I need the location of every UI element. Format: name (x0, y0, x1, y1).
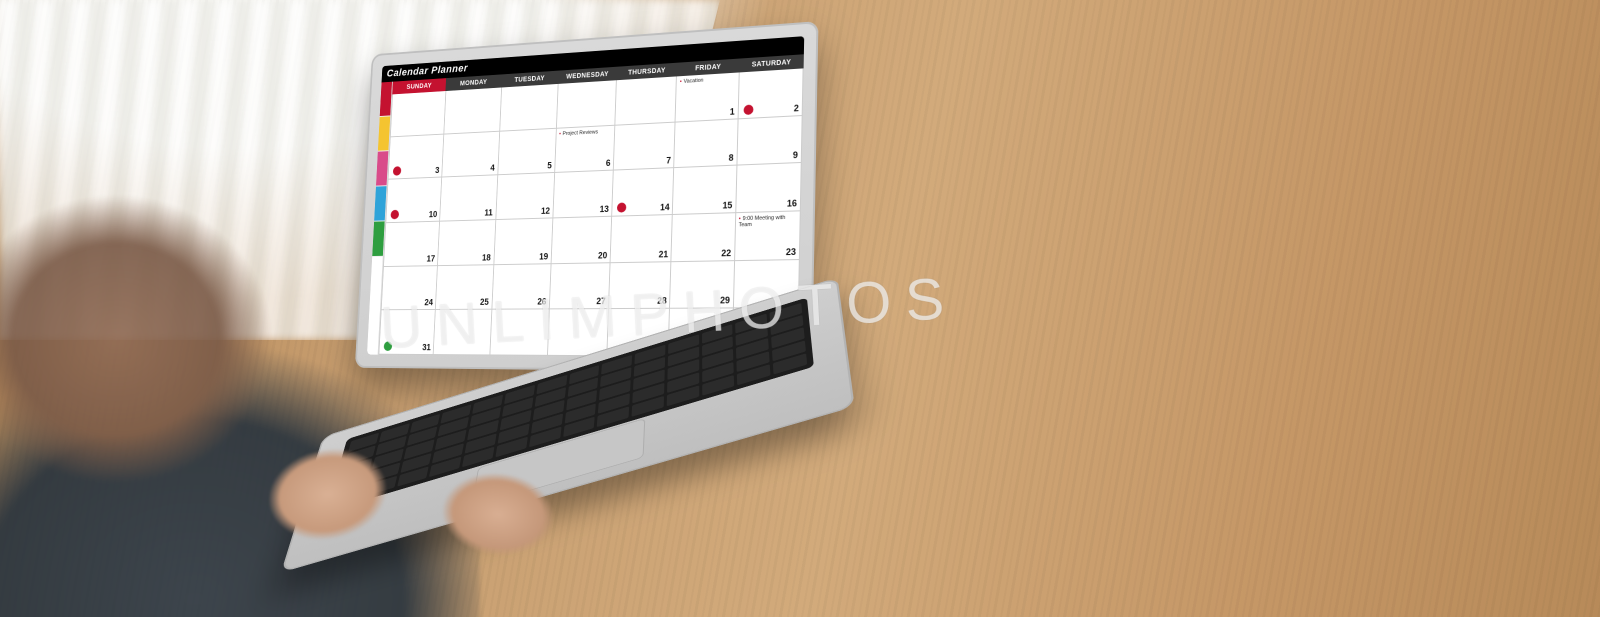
day-number: 26 (537, 297, 546, 307)
event-dot-icon (393, 166, 402, 176)
calendar-cell (615, 76, 677, 125)
day-number: 22 (721, 248, 731, 258)
calendar-cell[interactable]: 26 (492, 264, 551, 310)
day-number: 11 (484, 208, 493, 218)
hand-right (425, 462, 585, 577)
event-dot-icon (617, 202, 627, 212)
sidebar-tab[interactable] (380, 82, 392, 117)
day-number: 13 (600, 204, 610, 214)
day-number: 23 (786, 246, 796, 257)
day-number: 29 (720, 295, 730, 305)
calendar-cell[interactable]: 27 (550, 263, 611, 310)
calendar-cell[interactable]: 2 (738, 68, 803, 119)
day-number: 17 (426, 254, 435, 264)
event-note: •Vacation (680, 76, 736, 86)
calendar-cell (434, 310, 492, 355)
sidebar-tab[interactable] (376, 151, 388, 186)
calendar-cell (557, 80, 617, 128)
day-number: 9 (793, 150, 798, 160)
sidebar-tab[interactable] (372, 221, 384, 257)
event-dot-icon (384, 341, 393, 351)
day-number: 20 (598, 250, 608, 260)
calendar-cell[interactable]: 13 (553, 171, 614, 219)
calendar-cell[interactable]: 1 •Vacation (676, 72, 740, 122)
calendar-cell[interactable]: 22 (672, 213, 736, 262)
calendar-cell (548, 309, 609, 356)
calendar-cell[interactable]: 4 (442, 131, 499, 177)
calendar-cell[interactable]: 16 (736, 163, 802, 213)
day-number: 12 (541, 206, 550, 216)
event-dot-icon (743, 104, 753, 115)
calendar-cell[interactable]: 15 (673, 166, 737, 215)
calendar-cell[interactable]: 6 •Project Reviews (555, 125, 615, 173)
bullet-icon: • (680, 79, 682, 85)
calendar-cell[interactable]: 21 (611, 215, 673, 263)
calendar-cell (444, 87, 501, 134)
calendar-cell[interactable]: 23 •9:00 Meeting with Team (735, 211, 801, 260)
bullet-icon: • (559, 131, 561, 137)
calendar-cell[interactable]: 17 (384, 222, 440, 267)
day-number: 8 (728, 153, 733, 163)
calendar-cell (500, 84, 559, 131)
day-number: 6 (606, 158, 611, 168)
calendar-cell[interactable]: 18 (438, 220, 496, 266)
day-number: 15 (722, 200, 732, 210)
bullet-icon: • (739, 216, 741, 222)
day-number: 21 (659, 249, 669, 259)
day-number: 5 (547, 161, 552, 171)
event-note: •Project Reviews (559, 128, 612, 137)
calendar-cell[interactable]: 20 (551, 217, 612, 264)
day-number: 3 (435, 166, 440, 176)
calendar-cell[interactable]: 12 (496, 173, 555, 220)
event-note: •9:00 Meeting with Team (738, 215, 796, 229)
day-number: 7 (666, 156, 671, 166)
sidebar-tab[interactable] (378, 116, 390, 151)
calendar-cell[interactable]: 10 (386, 178, 442, 223)
day-number: 14 (660, 202, 670, 212)
calendar-cell[interactable]: 19 (494, 218, 553, 264)
day-number: 28 (657, 296, 667, 306)
day-number: 1 (730, 106, 735, 116)
day-number: 25 (480, 297, 489, 307)
calendar-cell[interactable]: 29 (670, 261, 734, 309)
day-number: 24 (424, 298, 433, 308)
event-dot-icon (390, 210, 399, 220)
day-number: 16 (787, 198, 797, 209)
calendar-cell[interactable]: 11 (440, 176, 498, 222)
day-number: 18 (482, 252, 491, 262)
day-number: 2 (794, 103, 799, 113)
day-number: 31 (422, 342, 431, 352)
day-number: 27 (596, 296, 606, 306)
day-number: 4 (490, 163, 495, 173)
day-number: 10 (429, 209, 438, 219)
calendar-cell[interactable]: 5 (498, 128, 557, 175)
calendar-cell[interactable]: 9 (737, 116, 803, 166)
calendar-cell[interactable]: 3 (388, 134, 444, 180)
sidebar-tab[interactable] (374, 186, 386, 222)
calendar-cell[interactable]: 7 (614, 122, 676, 171)
calendar-cell (391, 91, 447, 137)
calendar-cell[interactable]: 28 (609, 262, 672, 310)
calendar-cell[interactable]: 14 (612, 168, 674, 216)
calendar-cell[interactable]: 24 (382, 266, 438, 311)
calendar-cell[interactable]: 8 (675, 119, 739, 168)
calendar-cell[interactable]: 31 (379, 310, 436, 355)
day-number: 19 (539, 251, 548, 261)
calendar-cell (490, 310, 550, 356)
calendar-cell[interactable]: 25 (436, 265, 494, 310)
